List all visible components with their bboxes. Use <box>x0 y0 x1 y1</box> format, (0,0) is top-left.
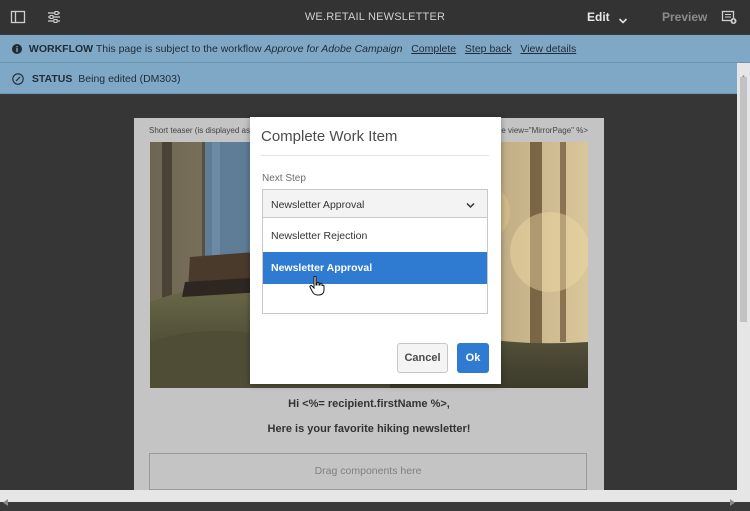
next-step-options: Newsletter Rejection Newsletter Approval <box>262 218 488 314</box>
top-toolbar: WE.RETAIL NEWSLETTER Edit Preview <box>0 0 750 34</box>
step-back-link[interactable]: Step back <box>465 43 512 55</box>
preview-button[interactable]: Preview <box>662 10 707 24</box>
drop-zone[interactable]: Drag components here <box>149 453 587 490</box>
chevron-down-icon[interactable] <box>618 12 628 30</box>
dialog-divider <box>261 155 489 156</box>
complete-link[interactable]: Complete <box>411 43 456 55</box>
cancel-button[interactable]: Cancel <box>397 343 448 373</box>
workflow-label: WORKFLOW <box>28 43 94 55</box>
scrollbar-thumb[interactable] <box>740 77 747 322</box>
newsletter-subtitle: Here is your favorite hiking newsletter! <box>267 423 471 435</box>
vertical-scrollbar[interactable] <box>737 63 750 490</box>
mirror-page-text: de view="MirrorPage" %> <box>496 126 588 135</box>
annotate-icon[interactable] <box>721 9 737 25</box>
view-details-link[interactable]: View details <box>520 43 576 55</box>
selected-value: Newsletter Approval <box>271 199 365 211</box>
workflow-bar: WORKFLOW This page is subject to the wor… <box>0 35 750 63</box>
option-newsletter-rejection[interactable]: Newsletter Rejection <box>263 220 487 252</box>
mode-selector[interactable]: Edit <box>587 10 610 24</box>
status-text: Being edited (DM303) <box>78 73 181 85</box>
scroll-right-icon[interactable] <box>730 493 735 511</box>
ok-button[interactable]: Ok <box>457 343 489 373</box>
greeting-text: Hi <%= recipient.firstName %>, <box>288 398 450 410</box>
dialog-title: Complete Work Item <box>261 128 398 145</box>
horizontal-scrollbar[interactable] <box>0 490 750 506</box>
option-newsletter-approval[interactable]: Newsletter Approval <box>263 252 487 284</box>
workflow-text: This page is subject to the workflow <box>95 43 262 55</box>
status-label: STATUS <box>31 73 73 85</box>
status-bar: STATUS Being edited (DM303) <box>0 63 750 94</box>
page-title: WE.RETAIL NEWSLETTER <box>304 11 446 23</box>
scroll-left-icon[interactable] <box>3 493 8 511</box>
workflow-name: Approve for Adobe Campaign <box>264 43 403 55</box>
hand-cursor-icon <box>309 275 325 301</box>
next-step-select[interactable]: Newsletter Approval <box>262 189 488 218</box>
status-icon <box>12 73 24 88</box>
teaser-text: Short teaser (is displayed as <box>149 126 250 135</box>
next-step-label: Next Step <box>262 173 306 184</box>
complete-work-item-dialog: Complete Work Item Next Step Newsletter … <box>250 117 501 384</box>
chevron-down-icon[interactable] <box>466 200 475 212</box>
info-icon <box>12 44 22 57</box>
